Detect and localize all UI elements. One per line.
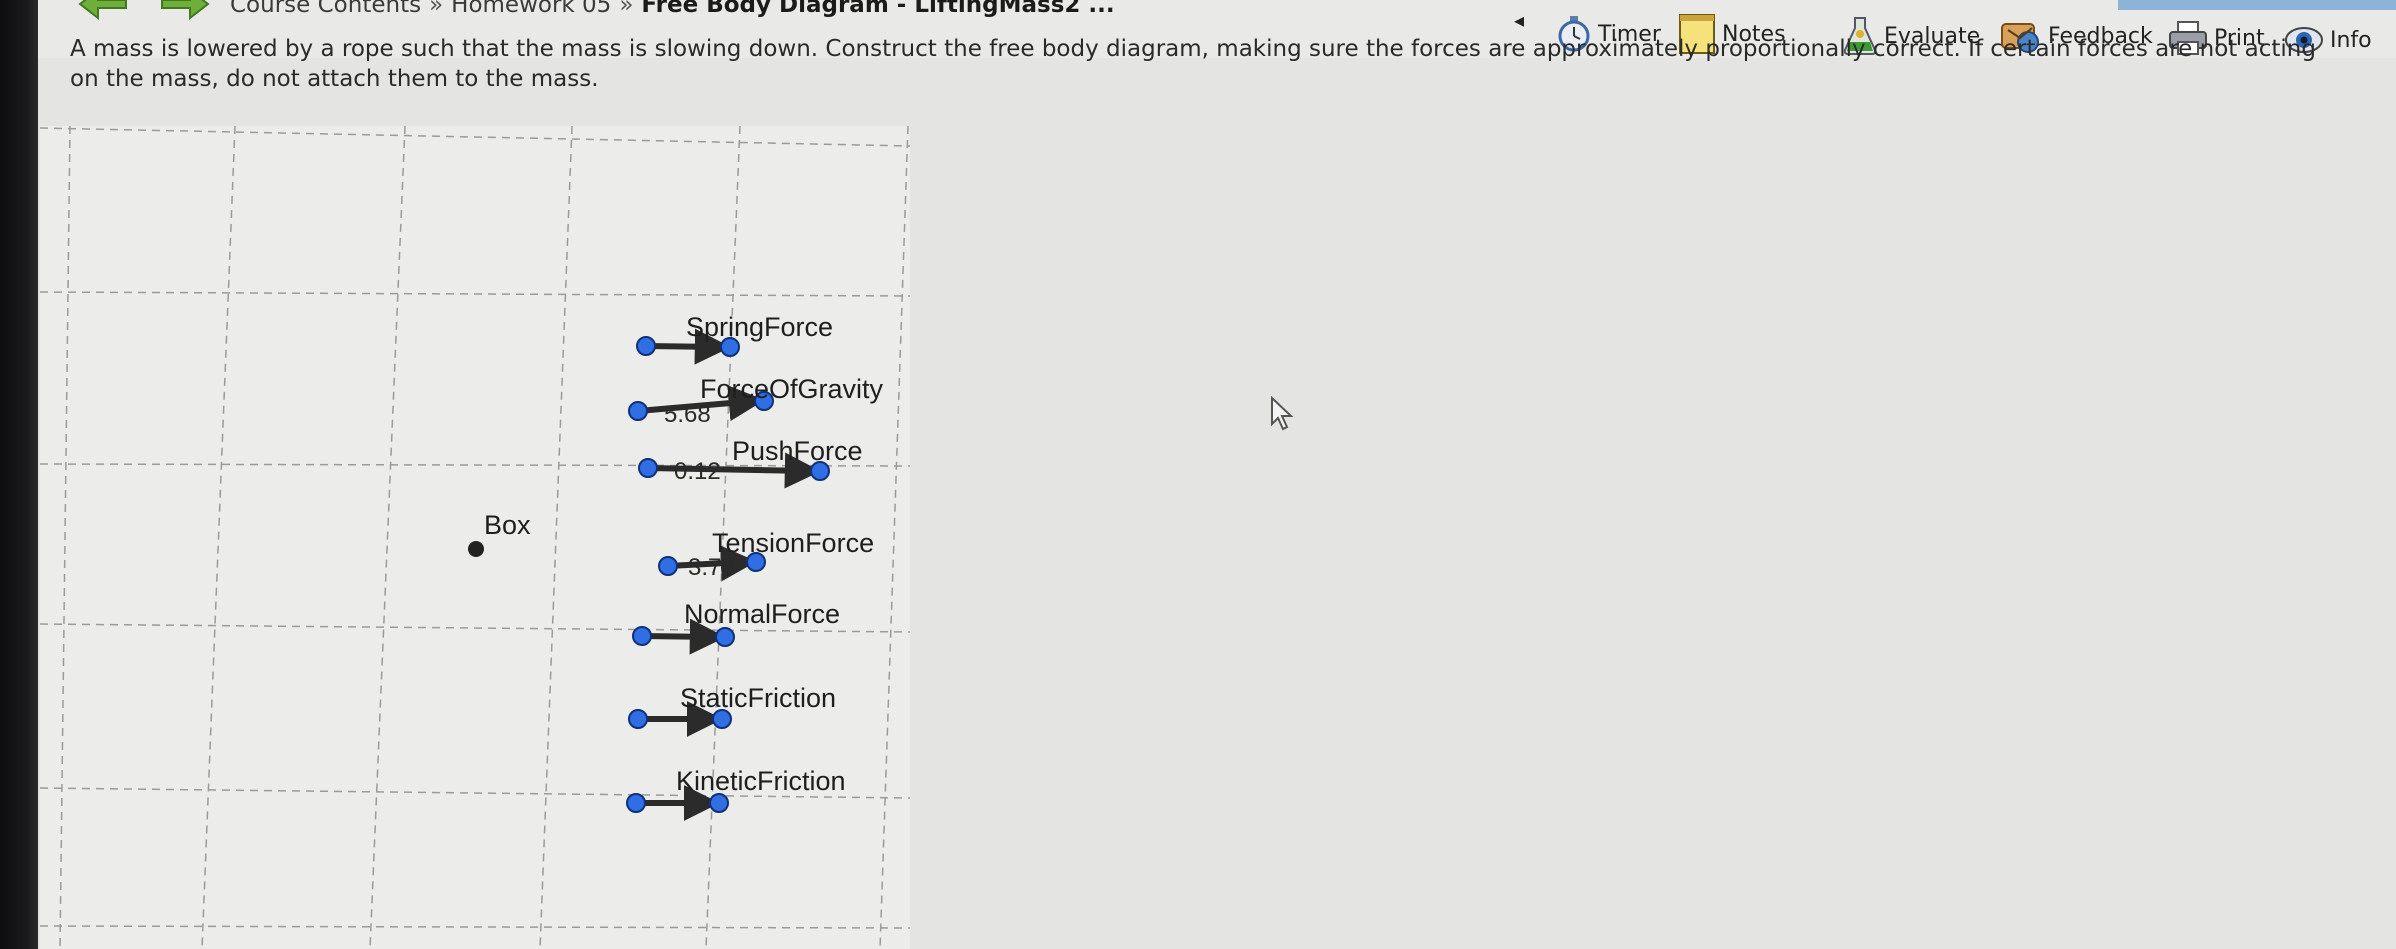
force-label: TensionForce xyxy=(712,528,874,558)
grid-line-vertical xyxy=(59,126,71,949)
force-vectors: SpringForce 5.68ForceOfGravity 0.12 PushFor… xyxy=(626,312,884,821)
grid-line-horizontal xyxy=(40,291,910,297)
force-head-handle[interactable] xyxy=(709,793,729,813)
grid-line-horizontal xyxy=(40,127,910,147)
breadcrumb-separator: » xyxy=(429,0,444,18)
header-accent xyxy=(2118,0,2396,10)
breadcrumb-homework[interactable]: Homework 05 xyxy=(451,0,611,18)
back-arrow-icon[interactable] xyxy=(78,0,130,22)
force-tail-handle[interactable] xyxy=(626,793,646,813)
force-label: SpringForce xyxy=(686,312,833,342)
grid-line-vertical xyxy=(369,126,406,949)
force-label: NormalForce xyxy=(684,599,840,629)
force-tensionforce[interactable]: 3.78TensionForce xyxy=(658,528,874,582)
force-forceofgravity[interactable]: 5.68ForceOfGravity xyxy=(628,374,884,428)
lon-capa-screen: Course Contents » Homework 05 » Free Body Di… xyxy=(0,0,2396,949)
grid-line-vertical xyxy=(539,126,573,949)
force-head-handle[interactable] xyxy=(715,627,735,647)
force-kineticfriction[interactable]: KineticFriction xyxy=(626,766,846,821)
force-pushforce[interactable]: 0.12 PushForce xyxy=(638,436,863,489)
grid-line-vertical xyxy=(879,126,909,949)
free-body-diagram[interactable]: SpringForce 5.68ForceOfGravity 0.12 PushFor… xyxy=(40,126,910,949)
info-label: Info xyxy=(2330,27,2372,53)
breadcrumb-separator: » xyxy=(619,0,634,18)
force-tail-handle[interactable] xyxy=(636,336,656,356)
breadcrumb: Course Contents » Homework 05 » Free Body Di… xyxy=(230,0,1115,18)
force-springforce[interactable]: SpringForce xyxy=(636,312,833,365)
breadcrumb-course-contents[interactable]: Course Contents xyxy=(230,0,421,18)
monitor-bezel xyxy=(0,0,38,949)
forward-arrow-icon[interactable] xyxy=(158,0,210,22)
force-label: StaticFriction xyxy=(680,683,836,713)
grid-line-vertical xyxy=(201,126,236,949)
box-label: Box xyxy=(484,510,531,540)
force-label: KineticFriction xyxy=(676,766,846,796)
force-tail-handle[interactable] xyxy=(628,401,648,421)
problem-instructions: A mass is lowered by a rope such that th… xyxy=(70,36,2316,92)
force-label: ForceOfGravity xyxy=(700,374,884,404)
force-magnitude: 5.68 xyxy=(664,401,711,428)
force-magnitude: 3.78 xyxy=(688,554,735,581)
force-arrow xyxy=(645,328,731,365)
force-arrow xyxy=(647,452,821,489)
grid-line-horizontal xyxy=(40,925,910,929)
breadcrumb-current: Free Body Diagram - LiftingMass2 ... xyxy=(641,0,1115,18)
force-arrow xyxy=(641,618,726,655)
force-staticfriction[interactable]: StaticFriction xyxy=(628,683,836,737)
force-tail-handle[interactable] xyxy=(632,626,652,646)
collapse-glyph: ◂ xyxy=(1514,8,1525,32)
mouse-pointer-icon xyxy=(1271,396,1294,431)
fbd-canvas[interactable]: SpringForce 5.68 ForceOfGravity 0.12 PushFor… xyxy=(40,126,910,949)
box-point[interactable] xyxy=(468,541,484,557)
force-tail-handle[interactable] xyxy=(638,458,658,478)
force-normalforce[interactable]: NormalForce xyxy=(632,599,840,655)
force-tail-handle[interactable] xyxy=(628,709,648,729)
force-tail-handle[interactable] xyxy=(658,556,678,576)
force-label: PushForce xyxy=(732,436,863,466)
force-magnitude: 0.12 xyxy=(674,458,721,485)
